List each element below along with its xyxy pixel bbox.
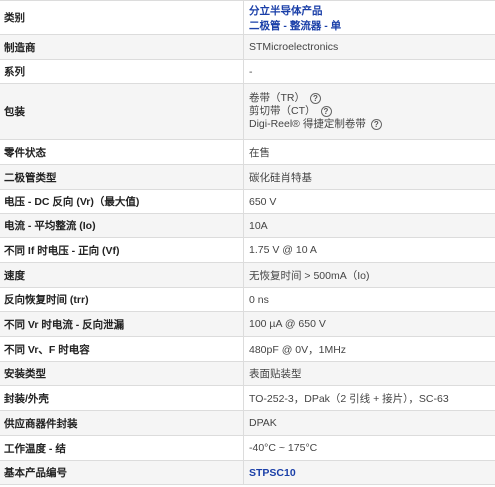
attr-label: 制造商 xyxy=(0,35,244,59)
attr-label: 封装/外壳 xyxy=(0,386,244,410)
attr-value: 分立半导体产品 二极管 - 整流器 - 单 xyxy=(244,1,495,34)
attr-label: 反向恢复时间 (trr) xyxy=(0,288,244,311)
attr-row-package-case: 封装/外壳 TO-252-3，DPak（2 引线 + 接片），SC-63 xyxy=(0,386,495,411)
attr-label: 系列 xyxy=(0,60,244,83)
attr-label: 二极管类型 xyxy=(0,165,244,189)
packaging-option-digireel: Digi-Reel® 得捷定制卷带 ? xyxy=(249,118,495,131)
attr-row-diode-type: 二极管类型 碳化硅肖特基 xyxy=(0,165,495,190)
attr-value: 650 V xyxy=(249,195,277,208)
attr-value: 10A xyxy=(249,219,268,232)
attr-row-operating-temp: 工作温度 - 结 -40°C ~ 175°C xyxy=(0,436,495,461)
product-attributes-table: 类别 分立半导体产品 二极管 - 整流器 - 单 制造商 STMicroelec… xyxy=(0,0,495,485)
attr-row-voltage-reverse: 电压 - DC 反向 (Vr)（最大值) 650 V xyxy=(0,190,495,214)
packaging-label: 卷带（TR） xyxy=(249,92,305,104)
attr-label: 包装 xyxy=(0,84,244,139)
attr-label: 电流 - 平均整流 (Io) xyxy=(0,214,244,237)
question-circle-icon[interactable]: ? xyxy=(320,106,332,117)
attr-label: 不同 Vr 时电流 - 反向泄漏 xyxy=(0,312,244,336)
packaging-label: 剪切带（CT） xyxy=(249,105,316,117)
category-link-discrete[interactable]: 分立半导体产品 xyxy=(249,3,495,18)
packaging-option-ct: 剪切带（CT） ? xyxy=(249,105,495,118)
attr-value: 碳化硅肖特基 xyxy=(249,171,312,184)
attr-row-reverse-recovery: 反向恢复时间 (trr) 0 ns xyxy=(0,288,495,312)
attr-row-supplier-package: 供应商器件封装 DPAK xyxy=(0,411,495,436)
attr-value: 480pF @ 0V，1MHz xyxy=(249,343,347,356)
attr-label: 工作温度 - 结 xyxy=(0,436,244,460)
question-circle-icon[interactable]: ? xyxy=(370,119,382,130)
attr-row-current-rectified: 电流 - 平均整流 (Io) 10A xyxy=(0,214,495,238)
attr-value: STMicroelectronics xyxy=(249,41,339,53)
category-link-rectifiers[interactable]: 二极管 - 整流器 - 单 xyxy=(249,18,495,33)
attr-row-reverse-leakage: 不同 Vr 时电流 - 反向泄漏 100 µA @ 650 V xyxy=(0,312,495,337)
attr-value: DPAK xyxy=(249,417,277,429)
attr-value: STPSC10 xyxy=(244,461,495,484)
attr-value: 0 ns xyxy=(249,293,269,306)
attr-label: 供应商器件封装 xyxy=(0,411,244,435)
attr-row-category: 类别 分立半导体产品 二极管 - 整流器 - 单 xyxy=(0,1,495,35)
attr-value: 在售 xyxy=(249,146,270,159)
attr-label: 基本产品编号 xyxy=(0,461,244,484)
attr-row-part-status: 零件状态 在售 xyxy=(0,140,495,165)
attr-row-manufacturer: 制造商 STMicroelectronics xyxy=(0,35,495,60)
attr-row-packaging: 包装 卷带（TR） ? 剪切带（CT） ? Digi-Reel® 得捷定制卷带 … xyxy=(0,84,495,140)
attr-label: 零件状态 xyxy=(0,140,244,164)
attr-value: 1.75 V @ 10 A xyxy=(249,244,317,256)
attr-value: 表面贴装型 xyxy=(249,368,302,380)
attr-row-forward-voltage: 不同 If 时电压 - 正向 (Vf) 1.75 V @ 10 A xyxy=(0,238,495,263)
base-product-link[interactable]: STPSC10 xyxy=(249,467,495,479)
attr-value: -40°C ~ 175°C xyxy=(249,442,318,454)
attr-row-speed: 速度 无恢复时间 > 500mA（Io) xyxy=(0,263,495,288)
packaging-label: Digi-Reel® 得捷定制卷带 xyxy=(249,118,366,130)
attr-label: 不同 Vr、F 时电容 xyxy=(0,337,244,361)
attr-value: 100 µA @ 650 V xyxy=(249,318,326,330)
attr-value: - xyxy=(249,65,253,78)
attr-label: 类别 xyxy=(0,1,244,34)
question-circle-icon[interactable]: ? xyxy=(310,93,321,104)
attr-row-capacitance: 不同 Vr、F 时电容 480pF @ 0V，1MHz xyxy=(0,337,495,362)
attr-value: TO-252-3，DPak（2 引线 + 接片），SC-63 xyxy=(249,392,449,405)
attr-row-mounting-type: 安装类型 表面贴装型 xyxy=(0,362,495,386)
attr-value: 卷带（TR） ? 剪切带（CT） ? Digi-Reel® 得捷定制卷带 ? xyxy=(244,84,495,139)
attr-label: 不同 If 时电压 - 正向 (Vf) xyxy=(0,238,244,262)
attr-label: 安装类型 xyxy=(0,362,244,385)
attr-value: 无恢复时间 > 500mA（Io) xyxy=(249,269,370,282)
attr-row-series: 系列 - xyxy=(0,60,495,84)
packaging-option-tr: 卷带（TR） ? xyxy=(249,92,495,105)
attr-row-base-product-number: 基本产品编号 STPSC10 xyxy=(0,461,495,485)
attr-label: 速度 xyxy=(0,263,244,287)
attr-label: 电压 - DC 反向 (Vr)（最大值) xyxy=(0,190,244,213)
